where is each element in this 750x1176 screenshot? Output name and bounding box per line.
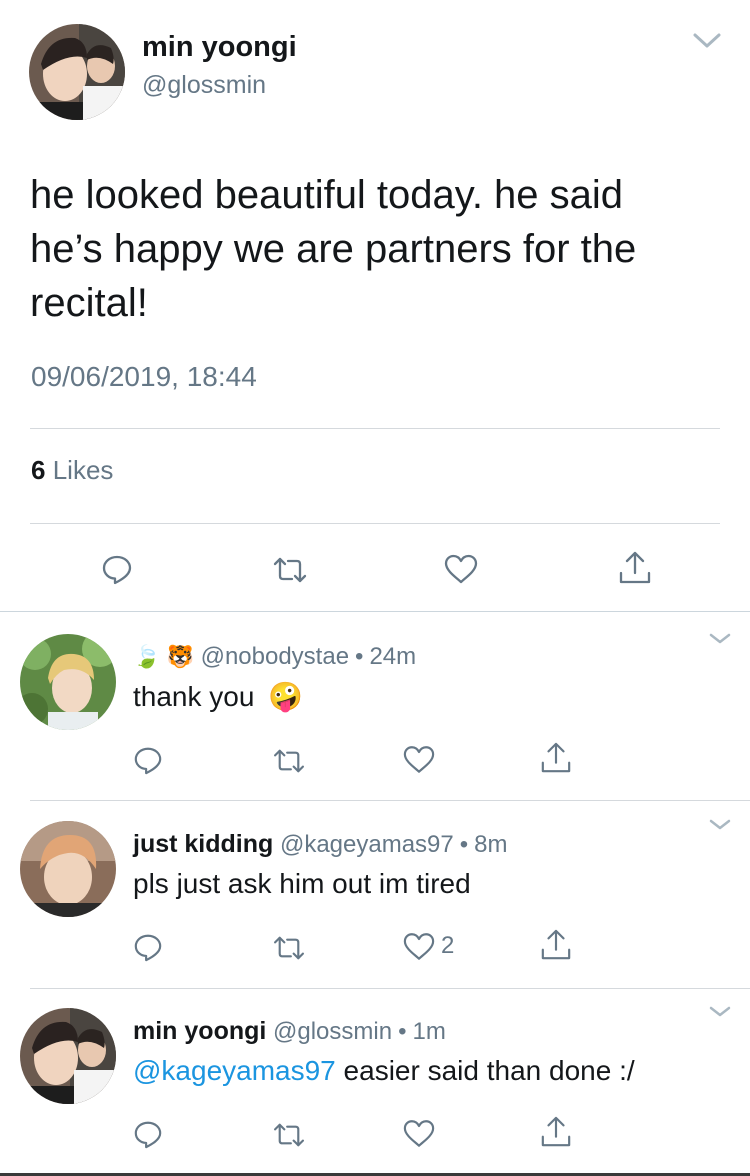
user-handle[interactable]: @kageyamas97 xyxy=(280,831,454,858)
reply-time: 8m xyxy=(474,831,508,858)
avatar[interactable] xyxy=(29,24,125,120)
share-icon[interactable] xyxy=(618,551,652,585)
like-icon[interactable] xyxy=(444,554,478,584)
separator-dot: • xyxy=(459,831,469,858)
share-icon[interactable] xyxy=(540,929,572,961)
divider xyxy=(30,523,720,524)
reply-text: thank you 🤪 xyxy=(133,679,303,715)
like-icon[interactable] xyxy=(403,932,435,961)
avatar[interactable] xyxy=(20,634,116,730)
like-icon[interactable] xyxy=(403,1119,435,1148)
avatar[interactable] xyxy=(20,1008,116,1104)
reply-header: 🍃 🐯 @nobodystae • 24m xyxy=(133,641,416,673)
like-count: 2 xyxy=(441,932,455,959)
share-icon[interactable] xyxy=(540,1116,572,1148)
divider xyxy=(30,800,750,801)
reply-time: 1m xyxy=(412,1018,446,1045)
reply-text: pls just ask him out im tired xyxy=(133,868,471,899)
separator-dot: • xyxy=(355,643,364,670)
user-handle[interactable]: @glossmin xyxy=(273,1018,392,1045)
likes-label: Likes xyxy=(52,455,114,485)
likes-count: 6 xyxy=(31,455,46,485)
reply-header: min yoongi @glossmin • 1m xyxy=(133,1015,446,1048)
reply-text-body: thank you xyxy=(133,681,255,712)
mention-link[interactable]: @kageyamas97 xyxy=(133,1055,336,1086)
likes-stat[interactable]: 6 Likes xyxy=(31,454,113,486)
reply-text: @kageyamas97 easier said than done :/ xyxy=(133,1053,635,1089)
retweet-icon[interactable] xyxy=(272,748,306,774)
chevron-down-icon[interactable] xyxy=(692,32,722,55)
reply-header: just kidding @kageyamas97 • 8m xyxy=(133,828,508,861)
user-handle[interactable]: @nobodystae xyxy=(201,643,349,670)
reply-text-body: easier said than done :/ xyxy=(335,1055,635,1086)
reply-icon[interactable] xyxy=(133,932,163,962)
chevron-down-icon[interactable] xyxy=(708,1005,732,1024)
divider xyxy=(30,988,750,989)
tweet-text: he looked beautiful today. he said he’s … xyxy=(30,173,637,325)
reply-time: 24m xyxy=(369,643,417,670)
separator-dot: • xyxy=(398,1018,407,1045)
tweet-timestamp: 09/06/2019, 18:44 xyxy=(31,361,257,392)
section-divider xyxy=(0,611,750,612)
name-emoji-icons[interactable]: 🍃 🐯 xyxy=(133,644,194,669)
divider xyxy=(30,428,720,429)
display-name[interactable]: min yoongi xyxy=(133,1017,266,1045)
reply-icon[interactable] xyxy=(101,553,133,585)
display-name[interactable]: min yoongi xyxy=(142,30,297,64)
reply-icon[interactable] xyxy=(133,1119,163,1149)
reply-icon[interactable] xyxy=(133,745,163,775)
display-name[interactable]: just kidding xyxy=(133,830,273,858)
retweet-icon[interactable] xyxy=(272,556,308,584)
retweet-icon[interactable] xyxy=(272,1122,306,1148)
retweet-icon[interactable] xyxy=(272,935,306,961)
avatar[interactable] xyxy=(20,821,116,917)
share-icon[interactable] xyxy=(540,742,572,774)
chevron-down-icon[interactable] xyxy=(708,818,732,837)
chevron-down-icon[interactable] xyxy=(708,632,732,651)
like-icon[interactable] xyxy=(403,745,435,774)
zany-face-emoji-icon: 🤪 xyxy=(268,681,304,712)
user-handle[interactable]: @glossmin xyxy=(142,70,266,100)
